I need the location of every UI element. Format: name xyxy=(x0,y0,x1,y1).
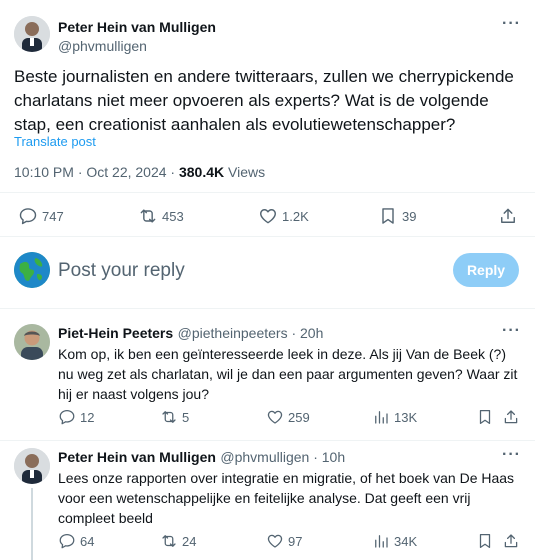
share-icon xyxy=(504,534,518,548)
repost-icon xyxy=(162,411,176,423)
reply-button[interactable]: Reply xyxy=(453,253,519,287)
reply-action[interactable]: 747 xyxy=(18,206,64,226)
reply-count: 12 xyxy=(80,409,95,425)
heart-icon xyxy=(267,410,283,424)
repost-action[interactable]: 5 xyxy=(160,408,189,426)
author-name[interactable]: Peter Hein van Mulligen xyxy=(58,449,216,465)
bookmark-icon xyxy=(382,208,394,224)
bookmark-icon xyxy=(479,409,491,425)
divider xyxy=(0,308,535,309)
more-options-icon[interactable]: ··· xyxy=(502,446,521,464)
view-count: 34K xyxy=(394,533,418,549)
repost-count: 5 xyxy=(182,409,190,425)
share-action[interactable] xyxy=(502,408,520,426)
views-action[interactable]: 34K xyxy=(372,532,417,550)
view-count: 13K xyxy=(394,409,418,425)
views-action[interactable]: 13K xyxy=(372,408,417,426)
reply-input[interactable]: Post your reply xyxy=(58,260,438,282)
bookmark-action[interactable]: 39 xyxy=(378,206,416,226)
reply-count: 64 xyxy=(80,533,95,549)
repost-count: 453 xyxy=(162,208,184,224)
bookmark-action[interactable] xyxy=(476,532,494,550)
like-action[interactable]: 97 xyxy=(266,532,302,550)
author-name[interactable]: Piet-Hein Peeters xyxy=(58,325,173,341)
reply-text: Lees onze rapporten over integratie en m… xyxy=(58,470,515,526)
share-action[interactable] xyxy=(502,532,520,550)
more-options-icon[interactable]: ··· xyxy=(502,15,521,33)
heart-icon xyxy=(260,209,276,224)
reply-header: Peter Hein van Mulligen @phvmulligen · 1… xyxy=(58,449,345,467)
like-action[interactable]: 1.2K xyxy=(258,206,309,226)
author-name[interactable]: Peter Hein van Mulligen xyxy=(58,19,216,35)
bookmark-action[interactable] xyxy=(476,408,494,426)
repost-count: 24 xyxy=(182,533,197,549)
views-label: Views xyxy=(224,164,266,180)
thread-line xyxy=(31,488,33,560)
view-count: 380.4K xyxy=(178,164,225,180)
like-count: 1.2K xyxy=(282,208,309,224)
reply-header: Piet-Hein Peeters @pietheinpeeters · 20h xyxy=(58,325,323,343)
bookmark-count: 39 xyxy=(402,208,417,224)
bookmark-icon xyxy=(479,533,491,549)
reply-action[interactable]: 64 xyxy=(58,532,94,550)
reply-icon xyxy=(59,409,75,425)
share-action[interactable] xyxy=(498,206,518,226)
repost-action[interactable]: 24 xyxy=(160,532,196,550)
repost-icon xyxy=(162,535,176,547)
tweet-text: Beste journalisten en andere twitteraars… xyxy=(14,67,514,134)
share-icon xyxy=(501,208,515,223)
reply-count: 747 xyxy=(42,208,64,224)
like-count: 259 xyxy=(288,409,310,425)
analytics-icon xyxy=(375,411,388,424)
avatar-photo-icon xyxy=(14,16,50,52)
heart-icon xyxy=(267,534,283,548)
avatar-photo-icon xyxy=(14,324,50,360)
more-options-icon[interactable]: ··· xyxy=(502,322,521,340)
avatar[interactable] xyxy=(14,16,50,52)
analytics-icon xyxy=(375,535,388,548)
avatar[interactable] xyxy=(14,448,50,484)
avatar[interactable] xyxy=(14,324,50,360)
translate-post-link[interactable]: Translate post xyxy=(14,134,96,149)
repost-icon xyxy=(140,209,156,223)
tweet-timestamp[interactable]: 10:10 PM · Oct 22, 2024 · xyxy=(14,164,179,180)
like-action[interactable]: 259 xyxy=(266,408,310,426)
globe-avatar-icon xyxy=(14,252,50,288)
share-icon xyxy=(504,410,518,424)
like-count: 97 xyxy=(288,533,303,549)
divider xyxy=(0,440,535,441)
divider xyxy=(0,192,535,193)
reply-action[interactable]: 12 xyxy=(58,408,94,426)
repost-action[interactable]: 453 xyxy=(138,206,184,226)
reply-icon xyxy=(19,208,37,225)
author-handle[interactable]: @phvmulligen · 10h xyxy=(220,449,345,465)
avatar-photo-icon xyxy=(14,448,50,484)
composer-avatar[interactable] xyxy=(14,252,50,288)
reply-text: Kom op, ik ben een geïnteresseerde leek … xyxy=(58,346,518,402)
author-handle[interactable]: @phvmulligen xyxy=(58,38,147,54)
reply-icon xyxy=(59,533,75,549)
author-handle[interactable]: @pietheinpeeters · 20h xyxy=(178,325,324,341)
tweet-meta: 10:10 PM · Oct 22, 2024 · 380.4K Views xyxy=(14,164,265,180)
divider xyxy=(0,236,535,237)
